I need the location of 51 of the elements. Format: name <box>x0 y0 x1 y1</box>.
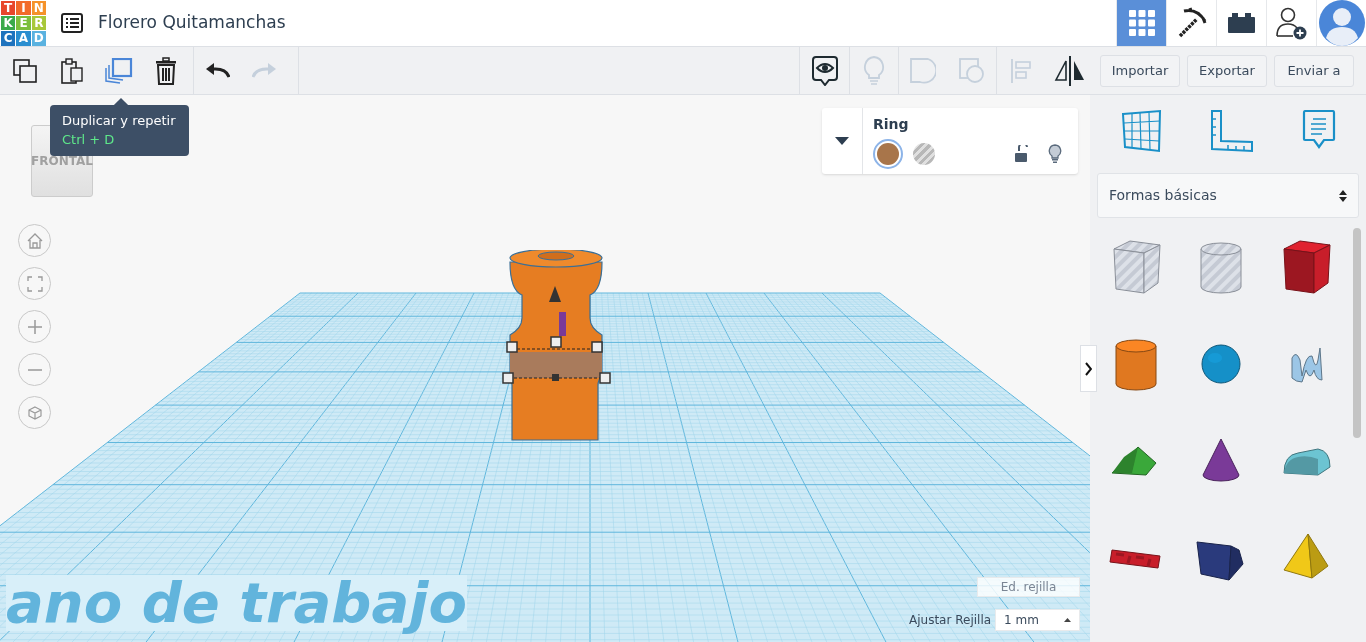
ungroup-icon <box>958 57 985 84</box>
sidebar-toggle[interactable] <box>1080 345 1097 392</box>
zoom-out-button[interactable] <box>18 353 51 386</box>
home-icon <box>27 233 42 248</box>
align-icon <box>1010 57 1032 84</box>
brick-icon <box>1228 13 1255 33</box>
design-title[interactable]: Florero Quitamanchas <box>98 10 286 36</box>
cube-icon <box>28 406 41 419</box>
menu-icon[interactable] <box>61 13 83 33</box>
view-cube-label: FRONTAL <box>31 153 93 170</box>
copy-icon <box>12 58 37 83</box>
scrollbar[interactable] <box>1353 228 1361 438</box>
grid-view-icon <box>1128 10 1155 36</box>
caret-icon <box>1064 618 1071 622</box>
snap-grid-label: Ajustar Rejilla <box>909 612 992 629</box>
home-button[interactable] <box>18 224 51 257</box>
notes-icon[interactable] <box>1302 109 1336 151</box>
lightbulb-icon[interactable] <box>1048 144 1062 164</box>
snap-grid-select[interactable]: 1 mm <box>995 609 1080 631</box>
clipboard-icon <box>60 57 83 84</box>
action-button[interactable]: Importar <box>1100 54 1180 87</box>
action-button[interactable]: Exportar <box>1187 54 1267 87</box>
lightbulb-icon <box>863 55 885 86</box>
shape-name: Ring <box>873 115 910 134</box>
trash-icon <box>154 56 177 85</box>
edit-grid-button[interactable]: Ed. rejilla <box>977 577 1080 597</box>
mirror-icon <box>1053 55 1086 86</box>
category-select[interactable]: Formas básicas <box>1097 173 1359 218</box>
undo-icon <box>206 62 230 79</box>
fit-view-icon <box>27 276 42 291</box>
eye-bubble-icon <box>811 55 838 86</box>
zoom-in-button[interactable] <box>18 310 51 343</box>
action-button[interactable]: Enviar a <box>1274 54 1354 87</box>
color-swatch[interactable] <box>873 139 903 169</box>
fit-view-button[interactable] <box>18 267 51 300</box>
sort-icon <box>1339 188 1347 203</box>
add-user-icon <box>1275 6 1308 40</box>
duplicate-icon <box>104 57 133 84</box>
padlock-icon[interactable] <box>1014 145 1028 163</box>
logo[interactable]: T I N K E R C A D <box>1 0 46 46</box>
ruler-icon[interactable] <box>1210 109 1254 153</box>
redo-icon <box>251 62 276 79</box>
group-icon <box>910 57 936 84</box>
pickaxe-icon <box>1176 7 1207 39</box>
zoom-out-icon <box>27 368 42 371</box>
cube-button[interactable] <box>18 396 51 429</box>
selection-handles-drawing[interactable] <box>502 336 613 384</box>
caret-icon <box>835 137 849 145</box>
zoom-in-icon <box>27 319 42 334</box>
workplane-icon[interactable] <box>1120 109 1162 153</box>
chevron-icon <box>1085 361 1092 376</box>
